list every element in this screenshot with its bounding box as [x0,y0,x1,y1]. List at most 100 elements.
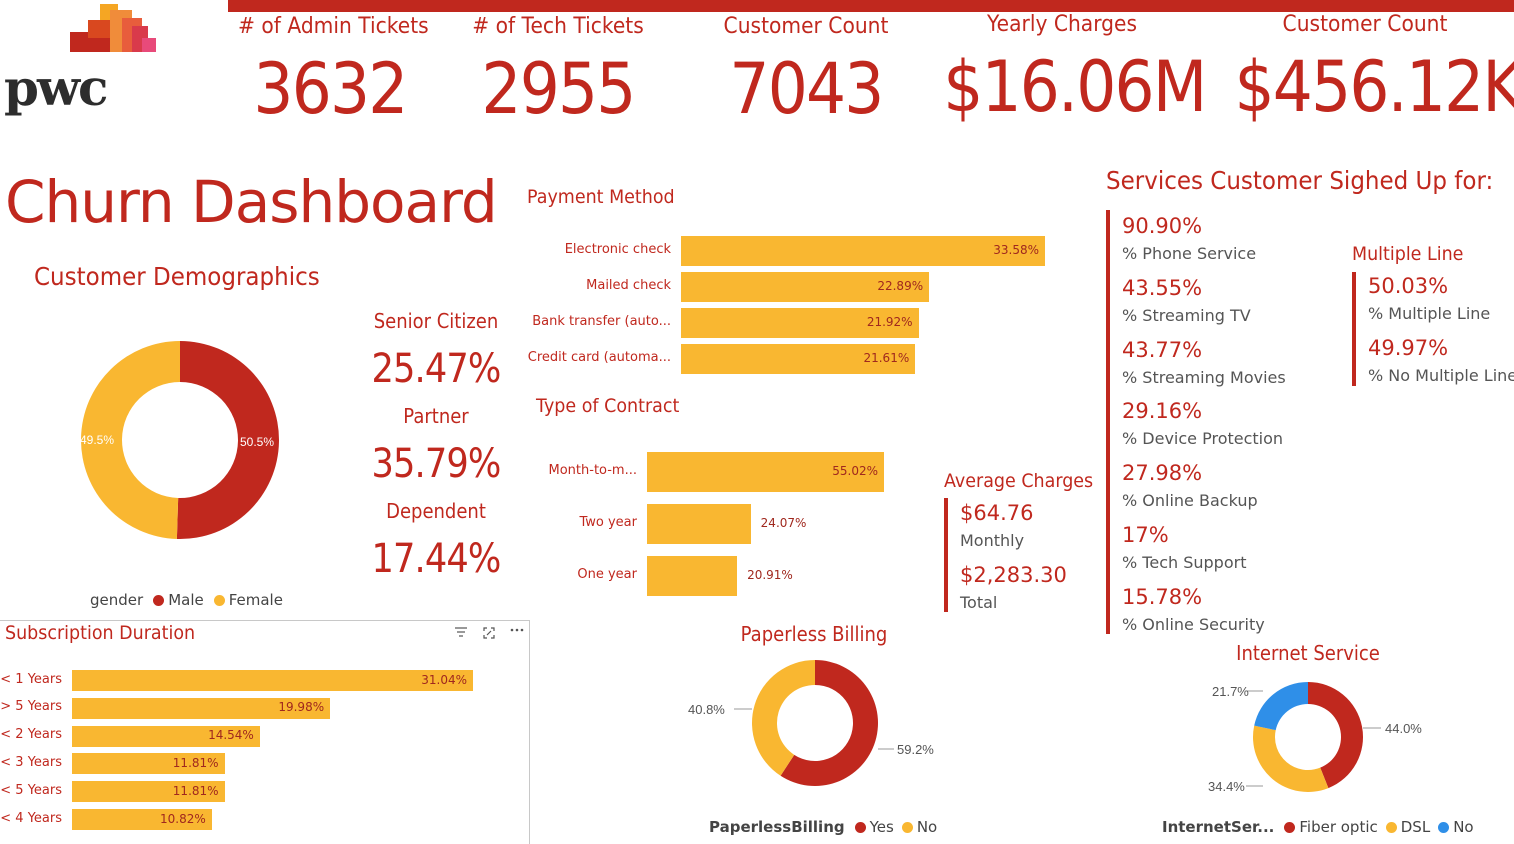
service-label: % Online Backup [1122,491,1258,511]
more-options-icon[interactable] [510,624,524,639]
bar-category-label: < 4 Years [0,810,62,826]
legend-yes-dot [854,821,866,833]
dependent-value: 17.44% [371,536,502,582]
senior-title: Senior Citizen [373,309,499,333]
service-label: % Streaming TV [1122,305,1251,325]
female-pct-label: 49.5% [80,433,114,447]
avg-total-value: $2,283.30 [960,563,1067,587]
service-value: 43.77% [1122,337,1203,362]
bar-category-label: Electronic check [564,242,671,257]
paperless-title: Paperless Billing [740,622,888,646]
service-value: 15.78% [1122,584,1203,609]
legend-no: No [916,818,938,836]
legend-dsl: DSL [1400,818,1431,836]
gender-legend: gender Male Female [90,591,283,609]
legend-male-dot [153,594,165,606]
filter-icon[interactable] [454,626,468,642]
avg-total-label: Total [960,593,998,612]
bar-category-label: > 5 Years [0,699,62,715]
focus-mode-icon[interactable] [482,626,496,644]
internet-title: Internet Service [1236,641,1380,665]
bar-category-label: Credit card (automa... [527,350,671,365]
bar-value-label: 11.81% [172,783,219,798]
paperless-legend: PaperlessBilling Yes No [709,818,937,836]
legend-yes: Yes [869,818,894,836]
legend-title: gender [90,591,144,609]
bar-category-label: Mailed check [586,278,671,293]
kpi-yearly-label: Yearly Charges [986,12,1138,37]
service-label: % Tech Support [1122,553,1247,572]
service-value: 29.16% [1122,399,1203,424]
service-value: 90.90% [1122,214,1203,238]
senior-value: 25.47% [371,346,502,392]
bar-category-label: Two year [579,515,637,530]
legend-fiber-dot [1284,821,1296,833]
kpi-admin-label: # of Admin Tickets [238,14,429,39]
bar-value-label: 14.54% [208,728,254,743]
yes-pct-label: 59.2% [897,742,934,757]
no-pct-label: 40.8% [688,702,725,717]
service-value: 27.98% [1122,461,1203,486]
multiple-line-title: Multiple Line [1352,243,1464,265]
bar-category-label: < 5 Years [0,782,62,798]
services-title: Services Customer Sighed Up for: [1106,166,1494,195]
service-label: % Phone Service [1122,244,1257,263]
kpi-tech-label: # of Tech Tickets [472,14,644,39]
bar-category-label: Bank transfer (auto... [532,314,671,329]
bar-category-label: One year [577,567,637,582]
kpi-admin-value: 3632 [253,48,408,130]
avg-monthly-label: Monthly [960,531,1025,550]
kpi-customer-value: 7043 [729,48,884,130]
paperless-legend-title: PaperlessBilling [709,818,845,836]
bar-category-label: < 1 Years [0,671,62,687]
service-label: % Online Security [1122,614,1265,634]
avg-charges-divider [944,498,948,612]
bar-value-label: 21.92% [866,315,913,329]
internet-donut-chart: 44.0% 34.4% 21.7% [1208,682,1422,794]
kpi-customer-label: Customer Count [723,14,889,39]
dashboard-title: Churn Dashboard [5,168,498,236]
internet-legend-title: InternetSer... [1162,818,1275,836]
bar-value-label: 55.02% [832,464,878,478]
male-pct-label: 50.5% [240,435,274,449]
bar[interactable] [72,670,473,691]
slice-dsl[interactable] [1253,725,1329,792]
demographics-title: Customer Demographics [34,262,320,291]
bar-value-label: 21.61% [863,351,910,365]
legend-no-internet-dot [1438,821,1450,833]
bar-value-label: 33.58% [993,243,1039,257]
payment-bar-chart: Electronic check 33.58% Mailed check 22.89%… [500,230,1060,380]
internet-legend: InternetSer... Fiber optic DSL No [1162,818,1474,836]
legend-male: Male [168,591,204,609]
legend-no-internet: No [1453,818,1474,836]
no-internet-pct-label: 21.7% [1212,684,1249,699]
service-label: % Streaming Movies [1122,367,1286,387]
kpi-yearly-value: $16.06M [943,46,1207,128]
bar[interactable] [647,556,738,596]
bar-category-label: < 3 Years [0,754,62,770]
logo-text: pwc [4,58,108,117]
bar-value-label: 20.91% [747,568,793,582]
kpi-charges-label: Customer Count [1282,12,1448,37]
partner-title: Partner [403,404,469,428]
legend-no-dot [901,821,913,833]
legend-dsl-dot [1385,821,1397,833]
slice-no-internet[interactable] [1254,682,1308,731]
service-label: % Device Protection [1122,429,1284,449]
bar-value-label: 10.82% [160,811,206,826]
dsl-pct-label: 34.4% [1208,779,1245,794]
partner-value: 35.79% [371,441,502,487]
no-multiple-line-value: 49.97% [1368,336,1449,360]
bar-value-label: 11.81% [172,755,219,770]
service-value: 17% [1122,523,1169,547]
fiber-pct-label: 44.0% [1385,721,1422,736]
contract-bar-chart: Month-to-m... 55.02% Two year 24.07% One yea… [500,448,940,598]
legend-fiber: Fiber optic [1299,818,1378,836]
paperless-donut-chart: 59.2% 40.8% [688,660,934,786]
top-accent-bar [228,0,1514,12]
pwc-logo: pwc [4,0,164,130]
bar[interactable] [647,504,751,544]
legend-female: Female [228,591,283,609]
slice-no[interactable] [752,660,815,776]
bar-value-label: 22.89% [877,279,924,293]
